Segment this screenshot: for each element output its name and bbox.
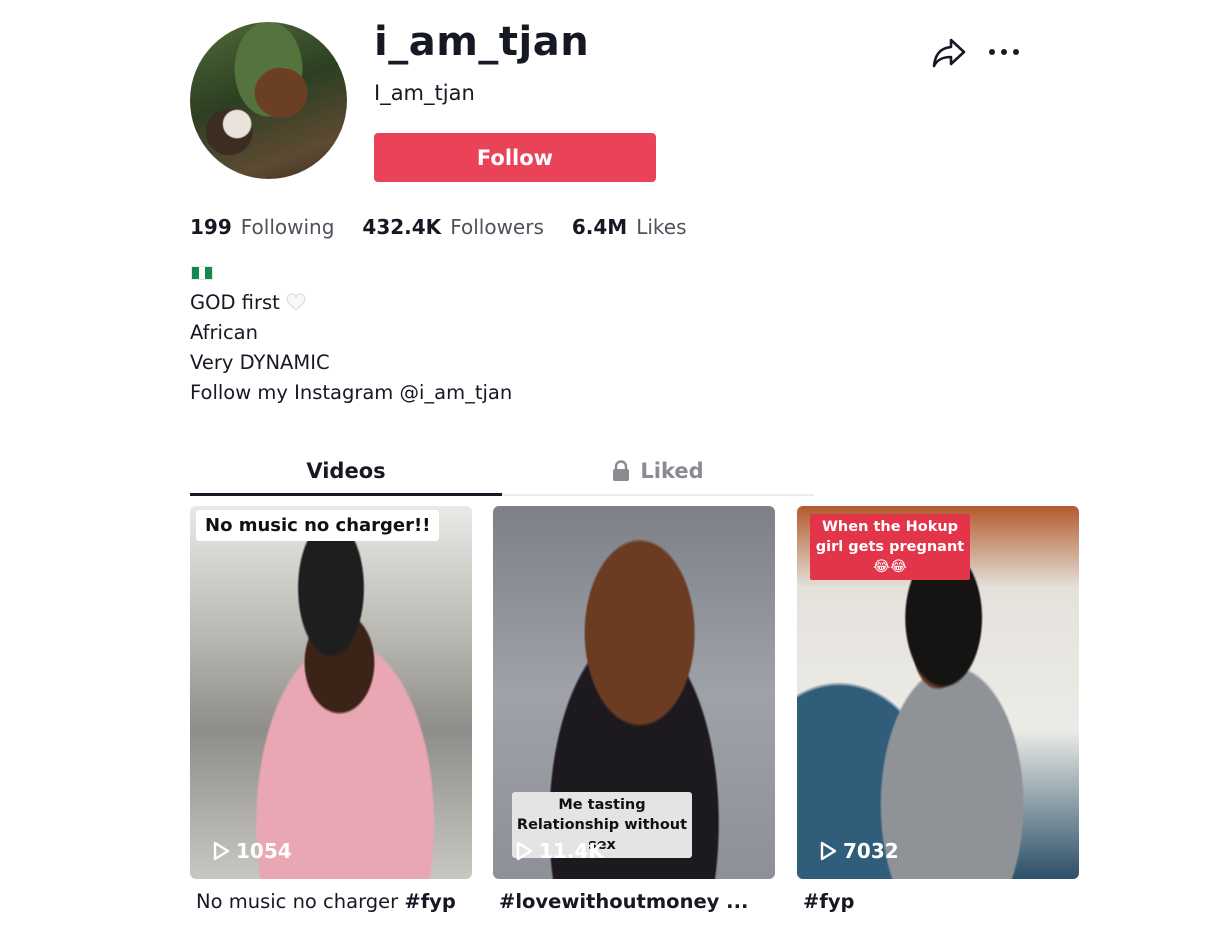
bio-line-text: GOD first [190, 291, 280, 314]
stat-following-label: Following [240, 215, 335, 239]
lock-icon [613, 460, 630, 481]
bio-line: GOD first [190, 288, 512, 318]
share-icon[interactable] [930, 34, 968, 70]
stat-likes: 6.4M Likes [572, 212, 687, 242]
video-view-count: 11.4K [539, 839, 604, 863]
video-card[interactable]: No music no charger!! 1054 [190, 506, 472, 879]
video-card[interactable]: When the Hokup girl gets pregnant 😂😂 703… [797, 506, 1079, 879]
profile-tabs: Videos Liked [190, 448, 814, 496]
bio-line: African [190, 321, 258, 344]
play-icon [820, 841, 837, 861]
tab-videos[interactable]: Videos [190, 448, 502, 496]
play-icon [213, 841, 230, 861]
video-description-text: No music no charger [196, 890, 399, 913]
stat-following-count: 199 [190, 215, 232, 239]
video-description[interactable]: #lovewithoutmoney ... [499, 888, 748, 916]
video-overlay-caption: No music no charger!! [196, 510, 440, 541]
video-views: 11.4K [515, 839, 604, 863]
stat-followers-label: Followers [450, 215, 544, 239]
white-heart-icon [286, 293, 306, 311]
follow-button[interactable]: Follow [374, 133, 656, 182]
video-description[interactable]: #fyp [803, 888, 855, 916]
stat-followers-count: 432.4K [362, 215, 442, 239]
video-views: 7032 [819, 839, 899, 863]
profile-username: i_am_tjan [374, 19, 590, 65]
profile-avatar[interactable] [190, 22, 347, 179]
video-description[interactable]: No music no charger #fyp [196, 888, 456, 916]
tab-videos-label: Videos [306, 458, 386, 483]
stat-likes-count: 6.4M [571, 215, 628, 239]
profile-stats: 199 Following 432.4K Followers 6.4M Like… [190, 212, 687, 242]
profile-bio: GOD first African Very DYNAMIC Follow my… [190, 288, 512, 408]
video-card[interactable]: Me tasting Relationship without sex 11.4… [493, 506, 775, 879]
video-view-count: 7032 [843, 839, 899, 863]
video-overlay-caption: When the Hokup girl gets pregnant 😂😂 [810, 514, 970, 580]
play-icon [516, 841, 533, 861]
bio-line: Follow my Instagram @i_am_tjan [190, 381, 513, 404]
tab-liked-label: Liked [640, 459, 704, 483]
nigeria-flag-icon [191, 266, 213, 280]
video-view-count: 1054 [236, 839, 292, 863]
more-icon[interactable] [986, 40, 1022, 64]
stat-likes-label: Likes [636, 215, 687, 239]
video-views: 1054 [212, 839, 292, 863]
stat-followers[interactable]: 432.4K Followers [362, 212, 543, 242]
bio-line: Very DYNAMIC [190, 351, 330, 374]
video-hashtag[interactable]: #fyp [404, 890, 456, 913]
tab-liked[interactable]: Liked [502, 448, 814, 494]
profile-nickname: I_am_tjan [374, 81, 475, 105]
stat-following[interactable]: 199 Following [190, 212, 334, 242]
